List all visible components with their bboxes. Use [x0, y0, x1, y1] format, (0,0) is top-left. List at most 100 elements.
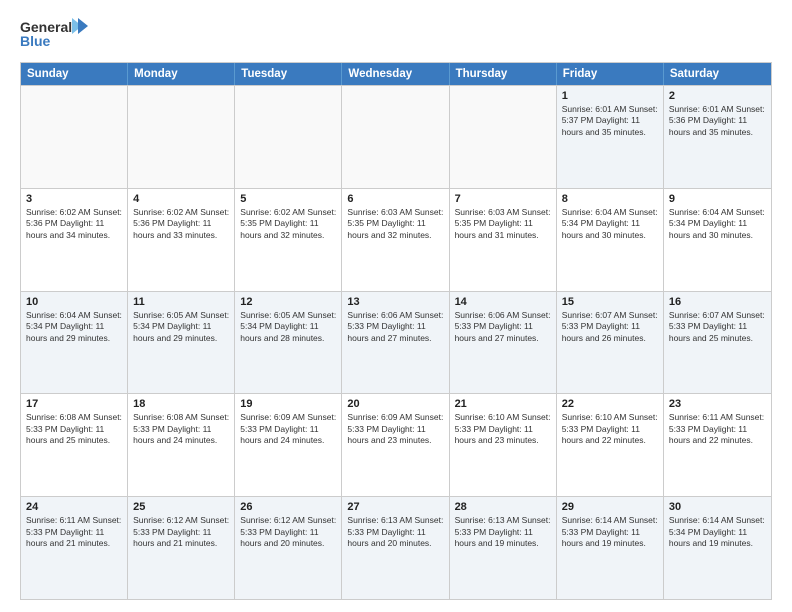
day-info: Sunrise: 6:09 AM Sunset: 5:33 PM Dayligh…: [347, 412, 443, 446]
day-number: 27: [347, 501, 443, 513]
calendar-cell: 11 Sunrise: 6:05 AM Sunset: 5:34 PM Dayli…: [128, 292, 235, 394]
day-number: 12: [240, 296, 336, 308]
calendar-cell: 26 Sunrise: 6:12 AM Sunset: 5:33 PM Dayli…: [235, 497, 342, 599]
day-info: Sunrise: 6:14 AM Sunset: 5:33 PM Dayligh…: [562, 515, 658, 549]
day-info: Sunrise: 6:01 AM Sunset: 5:37 PM Dayligh…: [562, 104, 658, 138]
calendar-cell: [21, 86, 128, 188]
day-info: Sunrise: 6:09 AM Sunset: 5:33 PM Dayligh…: [240, 412, 336, 446]
day-number: 16: [669, 296, 766, 308]
header: GeneralBlue: [20, 16, 772, 52]
day-info: Sunrise: 6:14 AM Sunset: 5:34 PM Dayligh…: [669, 515, 766, 549]
week-row-5: 24Sunrise: 6:11 AM Sunset: 5:33 PM Dayli…: [21, 496, 771, 599]
calendar-cell: 27 Sunrise: 6:13 AM Sunset: 5:33 PM Dayli…: [342, 497, 449, 599]
calendar-body: 1Sunrise: 6:01 AM Sunset: 5:37 PM Daylig…: [21, 85, 771, 599]
calendar-cell: [235, 86, 342, 188]
week-row-4: 17 Sunrise: 6:08 AM Sunset: 5:33 PM Dayli…: [21, 393, 771, 496]
calendar-cell: 18 Sunrise: 6:08 AM Sunset: 5:33 PM Dayli…: [128, 394, 235, 496]
day-info: Sunrise: 6:04 AM Sunset: 5:34 PM Dayligh…: [669, 207, 766, 241]
calendar-cell: 12Sunrise: 6:05 AM Sunset: 5:34 PM Dayli…: [235, 292, 342, 394]
day-info: Sunrise: 6:05 AM Sunset: 5:34 PM Dayligh…: [133, 310, 229, 344]
day-info: Sunrise: 6:06 AM Sunset: 5:33 PM Dayligh…: [347, 310, 443, 344]
day-info: Sunrise: 6:06 AM Sunset: 5:33 PM Dayligh…: [455, 310, 551, 344]
calendar-cell: 7Sunrise: 6:03 AM Sunset: 5:35 PM Daylig…: [450, 189, 557, 291]
day-info: Sunrise: 6:08 AM Sunset: 5:33 PM Dayligh…: [26, 412, 122, 446]
day-info: Sunrise: 6:12 AM Sunset: 5:33 PM Dayligh…: [240, 515, 336, 549]
calendar: SundayMondayTuesdayWednesdayThursdayFrid…: [20, 62, 772, 600]
day-number: 3: [26, 193, 122, 205]
day-number: 2: [669, 90, 766, 102]
week-row-1: 1Sunrise: 6:01 AM Sunset: 5:37 PM Daylig…: [21, 85, 771, 188]
weekday-header-monday: Monday: [128, 63, 235, 85]
calendar-cell: 20 Sunrise: 6:09 AM Sunset: 5:33 PM Dayli…: [342, 394, 449, 496]
day-number: 25: [133, 501, 229, 513]
day-number: 4: [133, 193, 229, 205]
day-number: 29: [562, 501, 658, 513]
day-number: 20: [347, 398, 443, 410]
day-info: Sunrise: 6:10 AM Sunset: 5:33 PM Dayligh…: [455, 412, 551, 446]
weekday-header-saturday: Saturday: [664, 63, 771, 85]
day-info: Sunrise: 6:02 AM Sunset: 5:35 PM Dayligh…: [240, 207, 336, 241]
svg-text:Blue: Blue: [20, 33, 51, 49]
weekday-header-friday: Friday: [557, 63, 664, 85]
day-info: Sunrise: 6:12 AM Sunset: 5:33 PM Dayligh…: [133, 515, 229, 549]
calendar-cell: 5Sunrise: 6:02 AM Sunset: 5:35 PM Daylig…: [235, 189, 342, 291]
day-number: 19: [240, 398, 336, 410]
day-number: 26: [240, 501, 336, 513]
day-number: 30: [669, 501, 766, 513]
calendar-cell: 19 Sunrise: 6:09 AM Sunset: 5:33 PM Dayli…: [235, 394, 342, 496]
weekday-header-tuesday: Tuesday: [235, 63, 342, 85]
day-info: Sunrise: 6:08 AM Sunset: 5:33 PM Dayligh…: [133, 412, 229, 446]
calendar-cell: 1Sunrise: 6:01 AM Sunset: 5:37 PM Daylig…: [557, 86, 664, 188]
day-number: 8: [562, 193, 658, 205]
day-info: Sunrise: 6:11 AM Sunset: 5:33 PM Dayligh…: [26, 515, 122, 549]
calendar-cell: 25 Sunrise: 6:12 AM Sunset: 5:33 PM Dayli…: [128, 497, 235, 599]
calendar-cell: 8 Sunrise: 6:04 AM Sunset: 5:34 PM Daylig…: [557, 189, 664, 291]
calendar-cell: 16 Sunrise: 6:07 AM Sunset: 5:33 PM Dayli…: [664, 292, 771, 394]
day-number: 18: [133, 398, 229, 410]
calendar-header: SundayMondayTuesdayWednesdayThursdayFrid…: [21, 63, 771, 85]
day-info: Sunrise: 6:07 AM Sunset: 5:33 PM Dayligh…: [669, 310, 766, 344]
calendar-cell: 22 Sunrise: 6:10 AM Sunset: 5:33 PM Dayli…: [557, 394, 664, 496]
calendar-cell: 9 Sunrise: 6:04 AM Sunset: 5:34 PM Daylig…: [664, 189, 771, 291]
week-row-3: 10Sunrise: 6:04 AM Sunset: 5:34 PM Dayli…: [21, 291, 771, 394]
day-number: 22: [562, 398, 658, 410]
calendar-cell: [450, 86, 557, 188]
calendar-cell: 10Sunrise: 6:04 AM Sunset: 5:34 PM Dayli…: [21, 292, 128, 394]
day-info: Sunrise: 6:02 AM Sunset: 5:36 PM Dayligh…: [133, 207, 229, 241]
logo: GeneralBlue: [20, 16, 90, 52]
calendar-cell: [342, 86, 449, 188]
day-info: Sunrise: 6:07 AM Sunset: 5:33 PM Dayligh…: [562, 310, 658, 344]
calendar-cell: [128, 86, 235, 188]
calendar-cell: 4 Sunrise: 6:02 AM Sunset: 5:36 PM Daylig…: [128, 189, 235, 291]
day-info: Sunrise: 6:04 AM Sunset: 5:34 PM Dayligh…: [26, 310, 122, 344]
calendar-cell: 17 Sunrise: 6:08 AM Sunset: 5:33 PM Dayli…: [21, 394, 128, 496]
weekday-header-sunday: Sunday: [21, 63, 128, 85]
day-info: Sunrise: 6:01 AM Sunset: 5:36 PM Dayligh…: [669, 104, 766, 138]
day-number: 17: [26, 398, 122, 410]
day-number: 15: [562, 296, 658, 308]
day-number: 7: [455, 193, 551, 205]
calendar-cell: 24Sunrise: 6:11 AM Sunset: 5:33 PM Dayli…: [21, 497, 128, 599]
day-number: 21: [455, 398, 551, 410]
day-info: Sunrise: 6:13 AM Sunset: 5:33 PM Dayligh…: [347, 515, 443, 549]
day-number: 28: [455, 501, 551, 513]
calendar-cell: 28 Sunrise: 6:13 AM Sunset: 5:33 PM Dayli…: [450, 497, 557, 599]
day-number: 23: [669, 398, 766, 410]
day-number: 11: [133, 296, 229, 308]
calendar-cell: 6 Sunrise: 6:03 AM Sunset: 5:35 PM Daylig…: [342, 189, 449, 291]
day-info: Sunrise: 6:04 AM Sunset: 5:34 PM Dayligh…: [562, 207, 658, 241]
calendar-cell: 14Sunrise: 6:06 AM Sunset: 5:33 PM Dayli…: [450, 292, 557, 394]
day-info: Sunrise: 6:02 AM Sunset: 5:36 PM Dayligh…: [26, 207, 122, 241]
day-number: 6: [347, 193, 443, 205]
day-number: 9: [669, 193, 766, 205]
week-row-2: 3 Sunrise: 6:02 AM Sunset: 5:36 PM Daylig…: [21, 188, 771, 291]
day-number: 13: [347, 296, 443, 308]
calendar-cell: 2 Sunrise: 6:01 AM Sunset: 5:36 PM Daylig…: [664, 86, 771, 188]
calendar-cell: 3 Sunrise: 6:02 AM Sunset: 5:36 PM Daylig…: [21, 189, 128, 291]
calendar-cell: 23Sunrise: 6:11 AM Sunset: 5:33 PM Dayli…: [664, 394, 771, 496]
day-info: Sunrise: 6:10 AM Sunset: 5:33 PM Dayligh…: [562, 412, 658, 446]
day-info: Sunrise: 6:03 AM Sunset: 5:35 PM Dayligh…: [347, 207, 443, 241]
day-info: Sunrise: 6:13 AM Sunset: 5:33 PM Dayligh…: [455, 515, 551, 549]
weekday-header-thursday: Thursday: [450, 63, 557, 85]
calendar-cell: 29 Sunrise: 6:14 AM Sunset: 5:33 PM Dayli…: [557, 497, 664, 599]
